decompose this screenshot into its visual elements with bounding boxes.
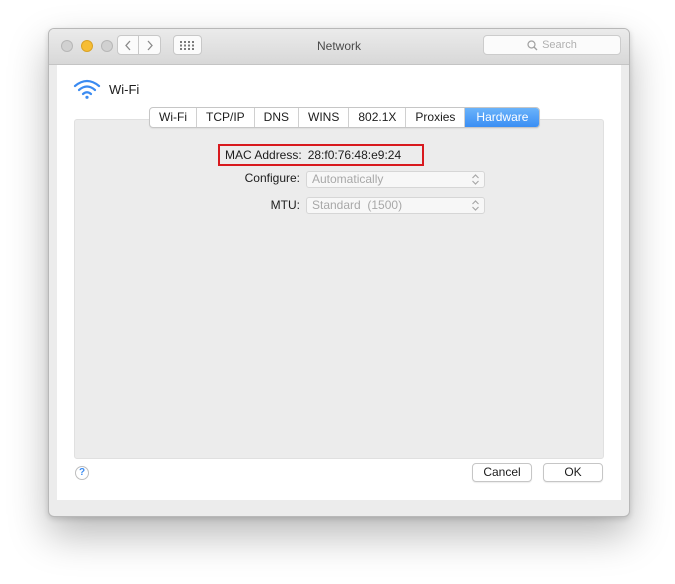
mtu-label: MTU: — [270, 198, 300, 212]
tab-wifi[interactable]: Wi-Fi — [150, 108, 197, 127]
configure-popup[interactable]: Automatically — [306, 171, 485, 188]
configure-value: Automatically — [312, 172, 384, 186]
cancel-button[interactable]: Cancel — [472, 463, 532, 482]
configure-label: Configure: — [244, 171, 300, 185]
mac-address-value: 28:f0:76:48:e9:24 — [307, 148, 402, 162]
tab-wins[interactable]: WINS — [299, 108, 350, 127]
search-field[interactable]: Search — [483, 35, 621, 55]
wifi-icon — [73, 79, 101, 99]
tab-proxies[interactable]: Proxies — [406, 108, 466, 127]
updown-chevron-icon — [472, 174, 479, 185]
tab-tcpip[interactable]: TCP/IP — [197, 108, 255, 127]
mac-address-highlight: MAC Address: 28:f0:76:48:e9:24 — [218, 144, 424, 166]
title-bar[interactable]: Network Search — [49, 29, 629, 65]
updown-chevron-icon — [472, 200, 479, 211]
content-area: Wi-Fi Wi-Fi TCP/IP DNS WINS 802.1X Proxi… — [57, 65, 621, 500]
mac-address-label: MAC Address: — [225, 148, 302, 162]
search-placeholder: Search — [542, 39, 577, 51]
tab-bar: Wi-Fi TCP/IP DNS WINS 802.1X Proxies Har… — [149, 107, 541, 128]
mtu-value: Standard (1500) — [312, 198, 403, 212]
search-icon — [527, 39, 538, 50]
ok-button[interactable]: OK — [543, 463, 603, 482]
tab-8021x[interactable]: 802.1X — [349, 108, 407, 127]
interface-name: Wi-Fi — [109, 81, 140, 97]
settings-panel — [74, 119, 604, 459]
tab-hardware[interactable]: Hardware — [465, 108, 540, 127]
mtu-popup[interactable]: Standard (1500) — [306, 197, 485, 214]
help-button[interactable]: ? — [75, 466, 89, 480]
tab-dns[interactable]: DNS — [255, 108, 299, 127]
interface-header: Wi-Fi — [73, 79, 139, 99]
network-preferences-window: Network Search Wi-Fi Wi-Fi TCP/IP DNS WI… — [48, 28, 630, 517]
